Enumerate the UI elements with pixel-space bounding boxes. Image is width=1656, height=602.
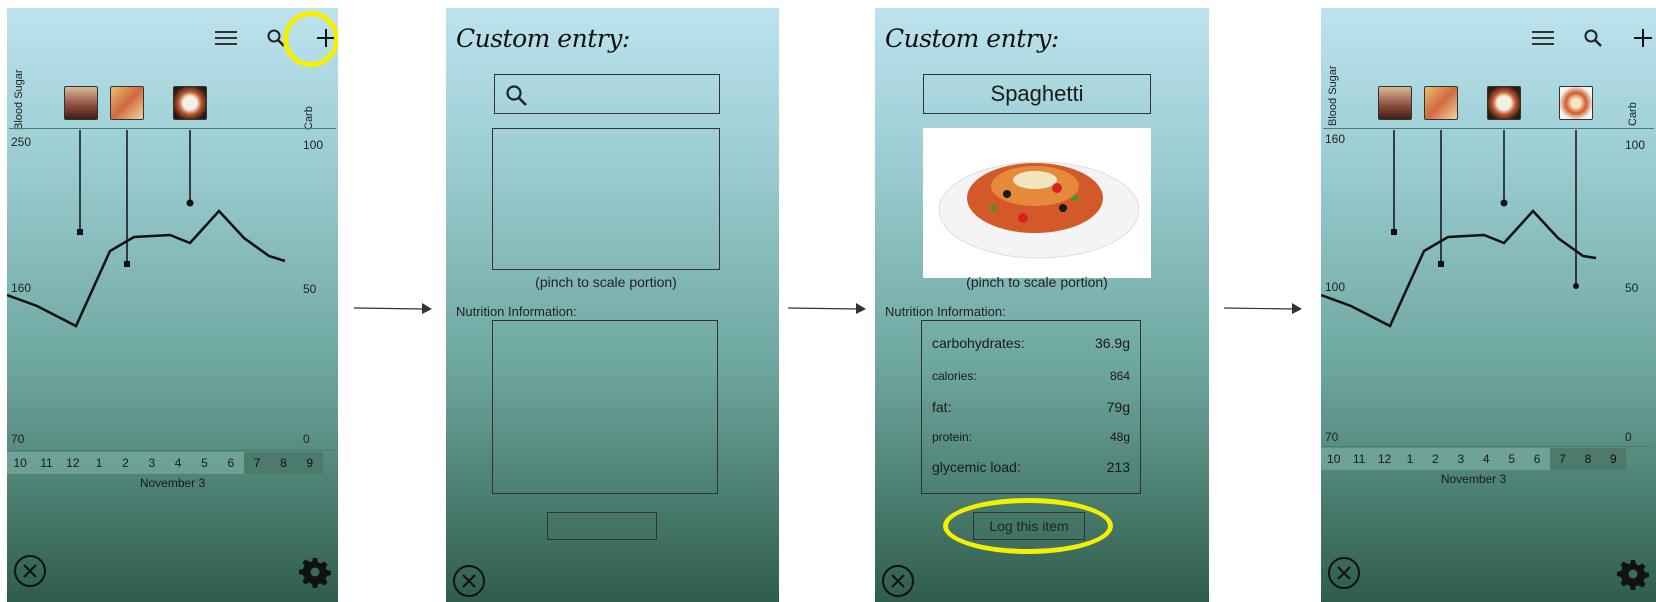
meal-marker-point bbox=[1438, 261, 1444, 267]
hour-label: 5 bbox=[201, 456, 208, 470]
hour-label-highlighted: 7 bbox=[243, 452, 271, 474]
hour-label: 2 bbox=[1432, 452, 1439, 466]
nutrient-name: carbohydrates: bbox=[932, 335, 1025, 351]
hour-label: 4 bbox=[1482, 452, 1490, 466]
hour-label-highlighted: 9 bbox=[1600, 448, 1627, 470]
nutrition-row: protein: 48g bbox=[932, 430, 1130, 444]
food-name-field[interactable]: Spaghetti bbox=[923, 74, 1151, 114]
blood-sugar-graph bbox=[7, 130, 286, 328]
date-label: November 3 bbox=[139, 476, 206, 490]
cancel-icon[interactable] bbox=[452, 564, 486, 598]
nutrition-row: glycemic load: 213 bbox=[932, 459, 1130, 475]
portion-caption: (pinch to scale portion) bbox=[535, 274, 677, 290]
hour-label: 12 bbox=[1377, 452, 1392, 466]
hour-label-highlighted: 7 bbox=[1549, 448, 1576, 470]
cancel-icon[interactable] bbox=[1327, 556, 1361, 590]
nutrient-value: 864 bbox=[1109, 369, 1130, 383]
log-item-button[interactable] bbox=[547, 512, 657, 540]
blood-sugar-line bbox=[7, 209, 286, 328]
nutrient-value: 79g bbox=[1106, 399, 1130, 415]
screen-graph-updated: Blood Sugar Carb 160 100 70 100 50 0 10 … bbox=[1321, 8, 1656, 602]
nutrition-label: Nutrition Information: bbox=[456, 304, 577, 319]
nutrient-name: calories: bbox=[932, 369, 977, 383]
gear-icon[interactable] bbox=[1617, 558, 1649, 590]
hour-label: 10 bbox=[13, 456, 27, 470]
flow-arrow bbox=[1224, 303, 1302, 314]
nutrient-name: glycemic load: bbox=[932, 459, 1021, 475]
screen-graph-initial: Blood Sugar Carb 250 160 70 100 50 0 10 … bbox=[7, 8, 338, 602]
meal-marker-point bbox=[1391, 229, 1397, 235]
meal-marker-point bbox=[77, 229, 83, 235]
blood-sugar-graph bbox=[1321, 130, 1597, 328]
nutrient-name: protein: bbox=[932, 430, 973, 444]
hour-label-highlighted: 8 bbox=[1575, 448, 1601, 470]
hour-label: 11 bbox=[40, 456, 53, 470]
nutrient-value: 213 bbox=[1106, 459, 1130, 475]
hour-label: 4 bbox=[174, 456, 182, 470]
graph-bottom-line bbox=[9, 450, 336, 451]
time-axis[interactable]: 10 11 12 1 2 3 4 5 6 7 8 9 bbox=[7, 452, 323, 474]
page-title: Custom entry: bbox=[456, 24, 630, 53]
nutrition-row: carbohydrates: 36.9g bbox=[932, 335, 1130, 351]
screen-custom-entry-empty: Custom entry: (pinch to scale portion) N… bbox=[446, 8, 779, 602]
food-search-input[interactable] bbox=[494, 74, 720, 114]
hour-label: 3 bbox=[1457, 452, 1465, 466]
nutrition-info-box bbox=[492, 320, 718, 494]
blood-sugar-line bbox=[1321, 209, 1597, 328]
nutrition-label: Nutrition Information: bbox=[885, 304, 1006, 319]
nutrition-row: calories: 864 bbox=[932, 369, 1130, 383]
hour-label-highlighted: 8 bbox=[270, 452, 297, 474]
hour-label: 3 bbox=[148, 456, 156, 470]
hour-label: 6 bbox=[1533, 452, 1541, 466]
meal-marker-point bbox=[186, 199, 194, 207]
nutrition-row: fat: 79g bbox=[932, 399, 1130, 415]
hour-label: 10 bbox=[1327, 452, 1341, 466]
portion-caption: (pinch to scale portion) bbox=[966, 274, 1108, 290]
hour-label: 6 bbox=[227, 456, 235, 470]
hour-label: 11 bbox=[1352, 452, 1366, 466]
nutrition-info-box: carbohydrates: 36.9g calories: 864 fat: … bbox=[921, 320, 1141, 494]
flow-arrow bbox=[354, 303, 432, 314]
log-highlight-ellipse bbox=[943, 498, 1113, 554]
nutrient-value: 48g bbox=[1109, 430, 1130, 444]
gear-icon[interactable] bbox=[299, 556, 331, 588]
hour-label: 12 bbox=[66, 456, 80, 470]
spaghetti-image bbox=[938, 161, 1140, 259]
cancel-icon[interactable] bbox=[881, 564, 915, 598]
meal-marker-point bbox=[1573, 283, 1579, 289]
page-title: Custom entry: bbox=[885, 24, 1059, 53]
hour-label: 1 bbox=[95, 456, 103, 470]
flow-arrow bbox=[788, 303, 866, 314]
cancel-icon[interactable] bbox=[13, 554, 47, 588]
graph-bottom-line bbox=[1323, 446, 1654, 447]
hour-label: 1 bbox=[1406, 452, 1414, 466]
meal-marker-point bbox=[1500, 199, 1508, 207]
date-label: November 3 bbox=[1440, 472, 1507, 486]
hour-label: 5 bbox=[1508, 452, 1515, 466]
screen-custom-entry-filled: Custom entry: Spaghetti (pinch to scale … bbox=[875, 8, 1209, 602]
hour-label: 2 bbox=[122, 456, 129, 470]
nutrient-value: 36.9g bbox=[1094, 335, 1130, 351]
food-photo[interactable] bbox=[923, 128, 1151, 278]
hour-label-highlighted: 9 bbox=[296, 452, 323, 474]
meal-marker-point bbox=[124, 261, 130, 267]
food-image-placeholder[interactable] bbox=[492, 128, 720, 270]
nutrient-name: fat: bbox=[932, 399, 952, 415]
search-icon bbox=[506, 85, 527, 106]
time-axis[interactable]: 10 11 12 1 2 3 4 5 6 7 8 9 bbox=[1321, 448, 1627, 470]
